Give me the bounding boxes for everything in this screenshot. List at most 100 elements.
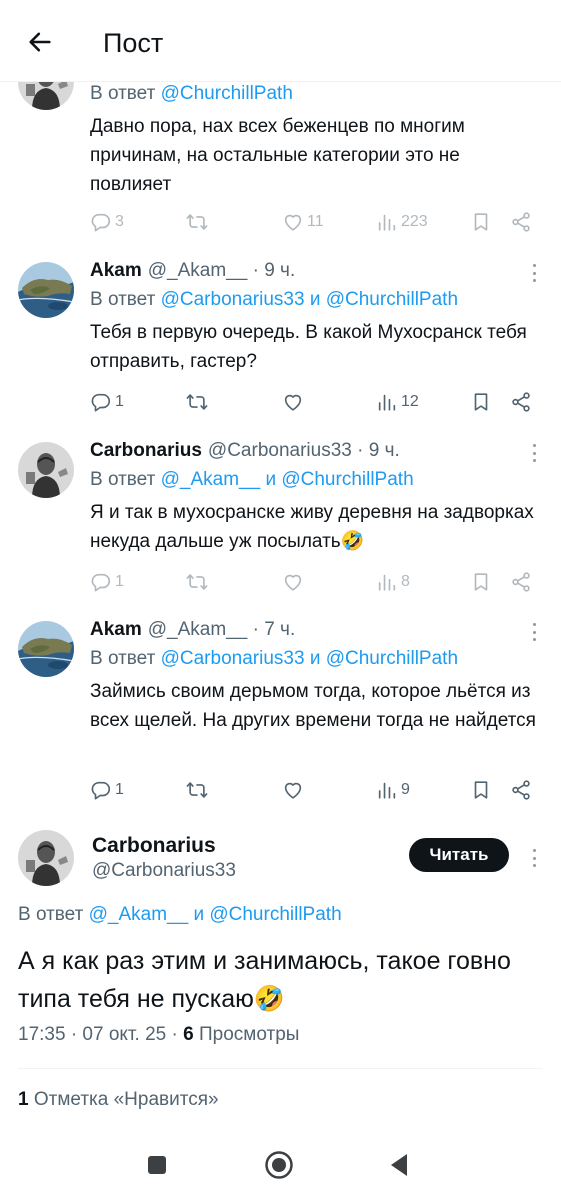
like-button[interactable] (282, 388, 304, 416)
mention-link[interactable]: @ChurchillPath (326, 289, 458, 310)
more-icon[interactable] (529, 845, 539, 871)
like-count: 11 (307, 213, 324, 230)
views-icon (376, 391, 398, 413)
tweet-actions: 1 9 (90, 776, 541, 804)
reply-count: 1 (115, 393, 124, 410)
reply-count: 1 (115, 781, 124, 798)
mention-link[interactable]: @ChurchillPath (281, 469, 413, 490)
tweet-text: Я и так в мухосранске живу деревня на за… (90, 502, 534, 552)
views-label: Просмотры (198, 1024, 300, 1045)
mention-link[interactable]: @_Akam__ (161, 469, 261, 490)
views-icon (376, 211, 398, 233)
bookmark-button[interactable] (470, 388, 492, 416)
views-button[interactable]: 223 (376, 208, 428, 236)
tweet-text: Тебя в первую очередь. В какой Мухосранс… (90, 322, 527, 372)
tweet-meta: Akam @_Akam__ · 7 ч. (90, 619, 541, 645)
nav-recents-icon (148, 1156, 166, 1174)
nav-back-button[interactable] (382, 1148, 416, 1182)
author-handle[interactable]: @_Akam__ (148, 619, 248, 641)
timestamp[interactable]: 17:35 · 07 окт. 25 · (18, 1024, 178, 1045)
avatar[interactable] (18, 621, 74, 677)
tweet-time: · 7 ч. (252, 619, 296, 640)
mention-link[interactable]: @ChurchillPath (161, 83, 293, 104)
mention-link[interactable]: @Carbonarius33 (161, 289, 305, 310)
views-icon (376, 571, 398, 593)
author-handle[interactable]: @_Akam__ (148, 260, 248, 282)
retweet-button[interactable] (186, 776, 208, 804)
author-handle[interactable]: @Carbonarius33 (208, 440, 352, 462)
tweet-meta: Akam @_Akam__ · 9 ч. (90, 260, 541, 286)
views-count: 8 (401, 573, 410, 590)
tweet-body: Akam @_Akam__ · 7 ч. В ответ @Carbonariu… (90, 619, 541, 735)
back-button[interactable] (24, 26, 56, 58)
tweet-body: В ответ @ChurchillPath Давно пора, нах в… (90, 80, 541, 199)
reply-button[interactable]: 1 (90, 388, 124, 416)
bookmark-icon (470, 211, 492, 233)
share-button[interactable] (510, 568, 532, 596)
mention-link[interactable]: @_Akam__ (89, 904, 189, 925)
like-button[interactable] (282, 776, 304, 804)
retweet-icon (186, 779, 208, 801)
share-button[interactable] (510, 388, 532, 416)
reply-button[interactable]: 3 (90, 208, 124, 236)
main-author-name[interactable]: Carbonarius (92, 834, 216, 858)
likes-summary[interactable]: 1 Отметка «Нравится» (18, 1089, 219, 1111)
likes-label: Отметка «Нравится» (33, 1089, 219, 1110)
reply-prefix: В ответ (90, 469, 156, 490)
tweet-actions: 1 8 (90, 568, 541, 596)
mention-link[interactable]: @ChurchillPath (326, 648, 458, 669)
views-count: 223 (401, 213, 428, 230)
author-name[interactable]: Akam (90, 260, 142, 282)
views-icon (376, 779, 398, 801)
top-bar: Пост (0, 0, 561, 82)
retweet-button[interactable] (186, 388, 208, 416)
retweet-icon (186, 391, 208, 413)
bookmark-icon (470, 571, 492, 593)
main-avatar[interactable] (18, 830, 74, 886)
share-icon (510, 391, 532, 413)
reply-icon (90, 571, 112, 593)
tweet-actions: 3 11 223 (90, 208, 541, 236)
reply-context: В ответ @Carbonarius33 и @ChurchillPath (90, 286, 541, 314)
like-button[interactable] (282, 568, 304, 596)
share-button[interactable] (510, 776, 532, 804)
heart-icon (282, 779, 304, 801)
avatar[interactable] (18, 262, 74, 318)
views-button[interactable]: 8 (376, 568, 410, 596)
reply-icon (90, 211, 112, 233)
avatar[interactable] (18, 442, 74, 498)
page-title: Пост (103, 28, 164, 58)
tweet-body: Akam @_Akam__ · 9 ч. В ответ @Carbonariu… (90, 260, 541, 376)
author-name[interactable]: Carbonarius (90, 440, 202, 462)
views-count: 9 (401, 781, 410, 798)
reply-context: В ответ @Carbonarius33 и @ChurchillPath (90, 645, 541, 673)
like-button[interactable]: 11 (282, 208, 324, 236)
follow-button[interactable]: Читать (409, 838, 509, 872)
author-name[interactable]: Akam (90, 619, 142, 641)
mention-link[interactable]: @Carbonarius33 (161, 648, 305, 669)
reply-and: и (265, 469, 277, 490)
reply-prefix: В ответ (90, 289, 156, 310)
nav-recents-button[interactable] (140, 1148, 174, 1182)
reply-context: В ответ @_Akam__ и @ChurchillPath (90, 466, 541, 494)
share-button[interactable] (510, 208, 532, 236)
heart-icon (282, 391, 304, 413)
reply-and: и (309, 648, 321, 669)
mention-link[interactable]: @ChurchillPath (209, 904, 341, 925)
reply-button[interactable]: 1 (90, 776, 124, 804)
reply-and: и (193, 904, 205, 925)
nav-home-button[interactable] (262, 1148, 296, 1182)
views-button[interactable]: 9 (376, 776, 410, 804)
views-count: 12 (401, 393, 419, 410)
nav-back-icon (391, 1154, 407, 1176)
retweet-button[interactable] (186, 208, 208, 236)
divider (18, 1068, 543, 1069)
reply-count: 1 (115, 573, 124, 590)
retweet-button[interactable] (186, 568, 208, 596)
views-button[interactable]: 12 (376, 388, 419, 416)
main-author-handle[interactable]: @Carbonarius33 (92, 860, 236, 882)
reply-button[interactable]: 1 (90, 568, 124, 596)
bookmark-button[interactable] (470, 568, 492, 596)
bookmark-button[interactable] (470, 208, 492, 236)
bookmark-button[interactable] (470, 776, 492, 804)
